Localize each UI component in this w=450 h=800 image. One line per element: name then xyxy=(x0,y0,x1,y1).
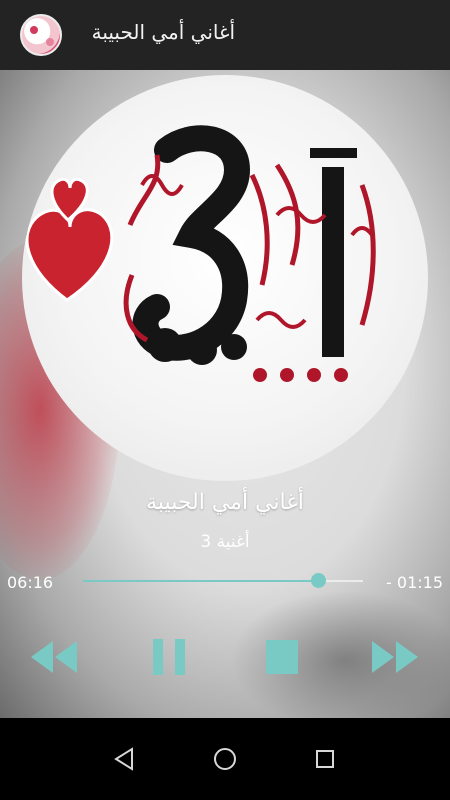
playback-controls xyxy=(0,635,450,685)
stop-icon xyxy=(266,640,298,674)
recents-button[interactable] xyxy=(310,744,340,774)
heart-icon xyxy=(25,177,114,302)
album-cover-art xyxy=(22,75,428,481)
app-toolbar: أغاني أمي الحبيبة xyxy=(0,0,450,70)
seek-bar[interactable] xyxy=(83,573,363,588)
pause-button[interactable] xyxy=(141,635,197,679)
app-logo-icon[interactable] xyxy=(20,14,62,56)
calligraphy-artwork xyxy=(123,125,376,382)
seek-bar-thumb[interactable] xyxy=(311,573,327,588)
stop-button[interactable] xyxy=(254,635,310,679)
back-button[interactable] xyxy=(110,744,140,774)
track-subtitle: أغنية 3 xyxy=(200,532,250,552)
player-screen: أغاني أمي الحبيبة أغنية 3 06:16 - 01:15 xyxy=(0,70,450,718)
fast-forward-icon xyxy=(372,641,418,673)
app-title: أغاني أمي الحبيبة xyxy=(91,20,235,44)
back-icon xyxy=(114,747,133,771)
home-button[interactable] xyxy=(210,744,240,774)
rewind-button[interactable] xyxy=(27,635,83,679)
recents-icon xyxy=(316,750,334,768)
seek-bar-progress xyxy=(83,580,319,582)
fast-forward-button[interactable] xyxy=(368,635,424,679)
rewind-icon xyxy=(31,641,77,673)
pause-icon xyxy=(153,639,185,675)
home-icon xyxy=(214,748,236,770)
remaining-time: - 01:15 xyxy=(386,573,443,592)
system-nav-bar xyxy=(0,718,450,800)
elapsed-time: 06:16 xyxy=(7,573,54,592)
track-title: أغاني أمي الحبيبة xyxy=(146,490,304,515)
